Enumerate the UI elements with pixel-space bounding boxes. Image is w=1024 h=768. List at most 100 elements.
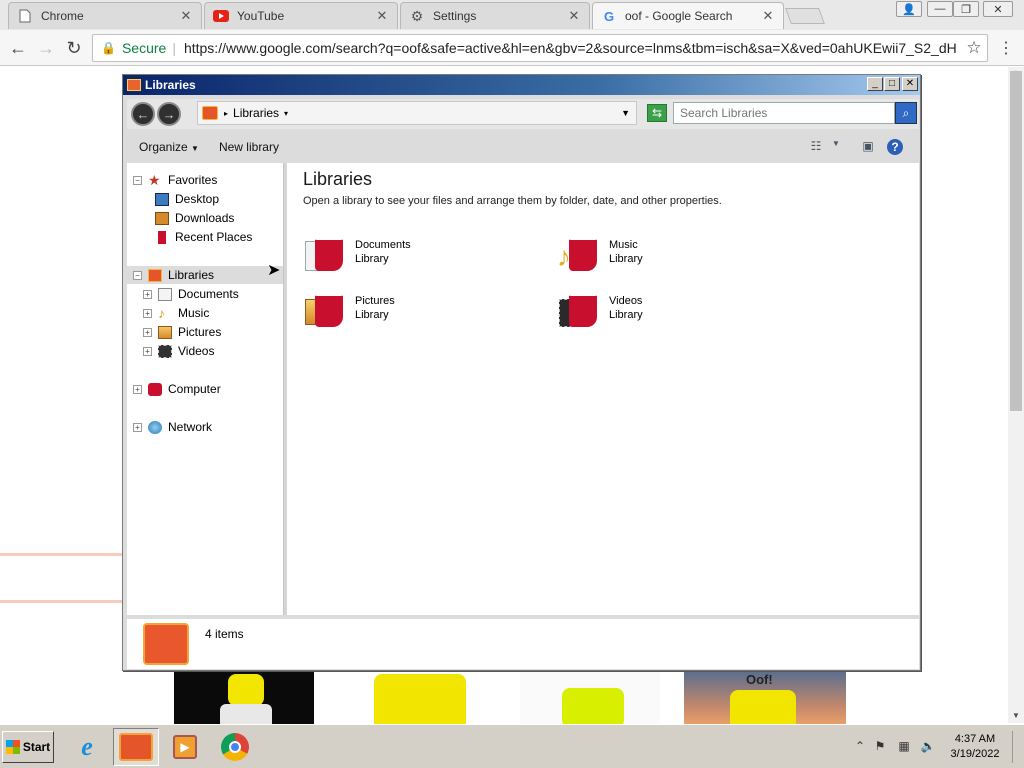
nav-libraries[interactable]: − Libraries <box>127 266 283 284</box>
library-type: Library <box>355 253 389 265</box>
nav-videos[interactable]: + Videos <box>143 342 214 360</box>
page-scrollbar[interactable]: ▲ ▼ <box>1008 67 1024 723</box>
organize-button[interactable]: Organize ▼ <box>139 140 199 154</box>
thumb-caption: Oof! <box>746 672 773 687</box>
back-icon[interactable]: ← <box>6 36 30 60</box>
library-type: Library <box>355 309 389 321</box>
nav-documents[interactable]: + Documents <box>143 285 239 303</box>
search-input[interactable] <box>673 102 895 124</box>
noob-head-icon <box>562 688 624 724</box>
nav-computer[interactable]: + Computer <box>133 380 221 398</box>
image-thumbnail[interactable] <box>520 672 660 724</box>
nav-network[interactable]: + Network <box>133 418 212 436</box>
new-tab-button[interactable] <box>785 8 825 24</box>
explorer-taskbar-icon[interactable] <box>113 728 159 766</box>
videos-icon <box>158 344 172 358</box>
music-library-icon: ♪ <box>557 231 603 273</box>
nav-favorites[interactable]: − ★ Favorites <box>133 171 217 189</box>
history-dropdown-icon[interactable]: ▼ <box>621 108 630 118</box>
flag-icon[interactable]: ⚑ <box>872 739 888 755</box>
forward-icon[interactable]: → <box>157 102 181 126</box>
help-icon[interactable]: ? <box>887 139 903 155</box>
scrollbar-thumb[interactable] <box>1010 71 1022 411</box>
windows-logo-icon <box>5 740 20 754</box>
mouse-cursor-icon: ➤ <box>267 262 281 279</box>
tab-google-search[interactable]: G oof - Google Search ✕ <box>592 2 784 29</box>
item-count: 4 items <box>205 627 244 641</box>
star-icon: ★ <box>148 171 161 188</box>
expand-icon[interactable]: + <box>143 327 152 337</box>
close-icon[interactable]: ✕ <box>567 8 581 24</box>
nav-label: Documents <box>178 287 239 301</box>
minimize-button[interactable]: _ <box>867 77 883 91</box>
preview-pane-icon[interactable]: ▣ <box>859 139 877 155</box>
show-hidden-icons[interactable]: ⌃ <box>852 739 868 755</box>
noob-head-icon <box>374 674 466 724</box>
close-icon[interactable]: ✕ <box>179 8 193 24</box>
image-thumbnail[interactable] <box>340 672 490 724</box>
expand-icon[interactable]: + <box>133 384 142 394</box>
tab-youtube[interactable]: YouTube ✕ <box>204 2 398 29</box>
libraries-window: Libraries _ □ ✕ ← → ▸ Libraries ▾ ▼ ⇆ ⌕ … <box>122 74 921 671</box>
nav-music[interactable]: + ♪ Music <box>143 304 209 322</box>
tab-settings[interactable]: ⚙ Settings ✕ <box>400 2 590 29</box>
image-thumbnail[interactable] <box>174 672 314 724</box>
breadcrumb-libraries[interactable]: Libraries <box>233 106 279 120</box>
profile-icon[interactable]: 👤 <box>896 1 922 17</box>
explorer-address-bar: ← → ▸ Libraries ▾ ▼ ⇆ ⌕ <box>127 99 919 129</box>
collapse-icon[interactable]: − <box>133 175 142 185</box>
restore-button[interactable]: ❐ <box>953 1 979 17</box>
forward-icon[interactable]: → <box>34 36 58 60</box>
show-desktop-button[interactable] <box>1012 731 1022 763</box>
close-window-button[interactable]: ✕ <box>983 1 1013 17</box>
library-name: Pictures <box>355 295 395 307</box>
nav-label: Recent Places <box>175 230 253 244</box>
breadcrumb[interactable]: ▸ Libraries ▾ ▼ <box>197 101 637 125</box>
reload-icon[interactable]: ↻ <box>62 36 86 60</box>
new-library-button[interactable]: New library <box>219 140 279 154</box>
back-icon[interactable]: ← <box>131 102 155 126</box>
library-music[interactable]: ♪ Music Library <box>557 229 777 275</box>
window-titlebar[interactable]: Libraries <box>123 75 920 95</box>
expand-icon[interactable]: + <box>133 422 142 432</box>
internet-explorer-icon[interactable]: e <box>64 728 110 766</box>
tab-chrome[interactable]: Chrome ✕ <box>8 2 202 29</box>
network-tray-icon[interactable]: ▦ <box>896 739 912 755</box>
noob-head-icon <box>730 690 796 724</box>
nav-label: Music <box>178 306 210 320</box>
chrome-icon[interactable] <box>212 728 258 766</box>
address-bar[interactable]: 🔒 Secure | https://www.google.com/search… <box>92 34 988 62</box>
scroll-down-icon[interactable]: ▼ <box>1008 711 1024 720</box>
close-icon[interactable]: ✕ <box>761 8 775 24</box>
library-name: Music <box>609 239 638 251</box>
clock-date: 3/19/2022 <box>950 748 1000 760</box>
library-pictures[interactable]: Pictures Library <box>303 285 523 331</box>
expand-icon[interactable]: + <box>143 346 152 356</box>
menu-icon[interactable]: ⋮ <box>994 36 1018 60</box>
close-button[interactable]: ✕ <box>902 77 918 91</box>
close-icon[interactable]: ✕ <box>375 8 389 24</box>
nav-downloads[interactable]: Downloads <box>155 209 234 227</box>
system-clock[interactable]: 4:37 AM 3/19/2022 <box>944 732 1006 762</box>
chevron-down-icon[interactable]: ▼ <box>827 139 845 155</box>
collapse-icon[interactable]: − <box>133 270 142 280</box>
expand-icon[interactable]: + <box>143 289 152 299</box>
volume-muted-icon[interactable]: 🔈 <box>920 739 936 755</box>
nav-pictures[interactable]: + Pictures <box>143 323 221 341</box>
library-documents[interactable]: Documents Library <box>303 229 523 275</box>
minimize-button[interactable]: — <box>927 1 953 17</box>
view-options-icon[interactable]: ☷ <box>807 139 825 155</box>
chevron-right-icon[interactable]: ▸ <box>224 109 228 118</box>
nav-desktop[interactable]: Desktop <box>155 190 219 208</box>
media-player-icon[interactable]: ▶ <box>162 728 208 766</box>
library-videos[interactable]: Videos Library <box>557 285 777 331</box>
chevron-down-icon[interactable]: ▾ <box>284 109 288 118</box>
start-button[interactable]: Start <box>2 731 54 763</box>
expand-icon[interactable]: + <box>143 308 152 318</box>
bookmark-star-icon[interactable]: ☆ <box>962 36 986 60</box>
maximize-button[interactable]: □ <box>884 77 900 91</box>
nav-recent-places[interactable]: Recent Places <box>155 228 252 246</box>
search-icon[interactable]: ⌕ <box>895 102 917 124</box>
image-thumbnail[interactable]: Oof! <box>684 672 846 724</box>
refresh-icon[interactable]: ⇆ <box>647 104 667 122</box>
